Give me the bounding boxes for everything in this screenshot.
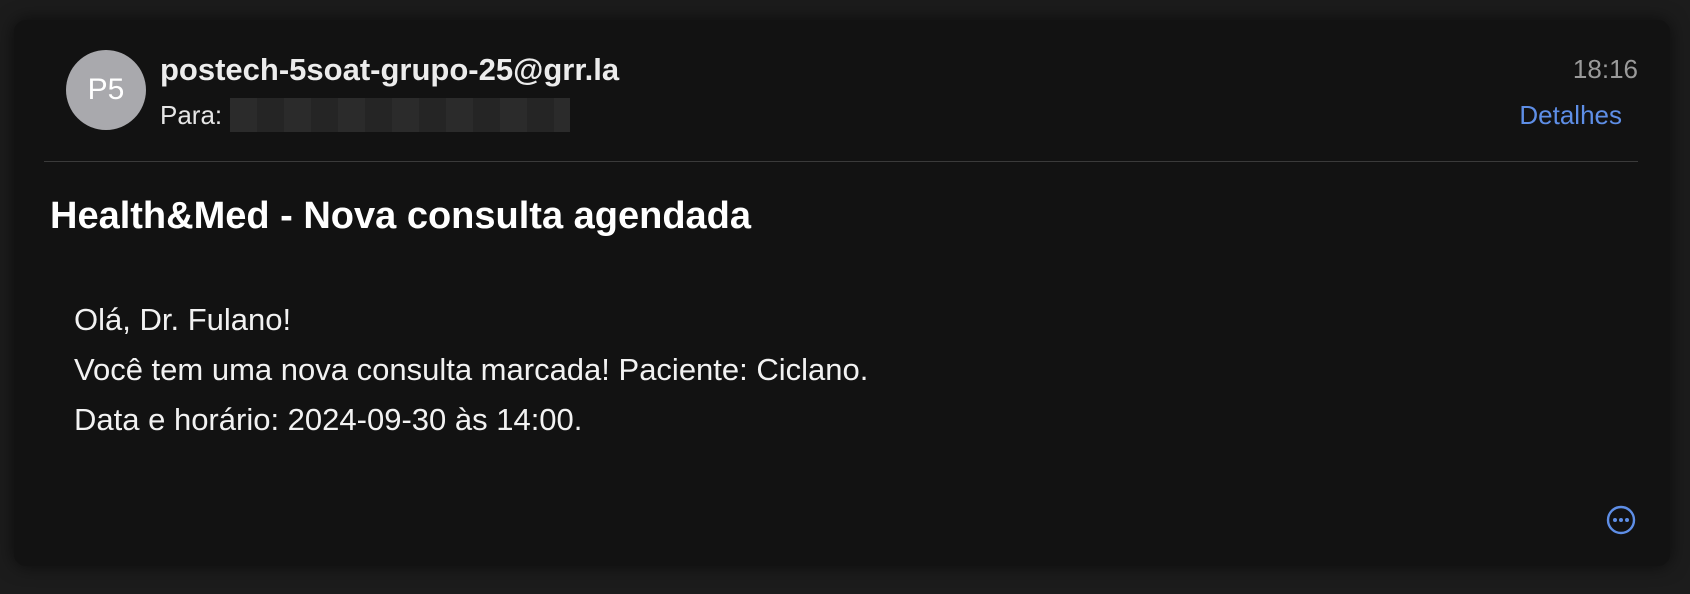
avatar-initials: P5 [87, 73, 125, 106]
email-subject: Health&Med - Nova consulta agendada [50, 195, 752, 237]
body-line: Olá, Dr. Fulano! [74, 302, 292, 337]
recipient-label: Para: [160, 99, 223, 130]
recipient-redacted [230, 98, 571, 132]
body-line: Data e horário: 2024-09-30 às 14:00. [74, 402, 583, 437]
message-time: 18:16 [1572, 54, 1638, 84]
details-link[interactable]: Detalhes [1519, 100, 1622, 131]
email-body: Olá, Dr. Fulano! Você tem uma nova consu… [74, 295, 868, 445]
email-message-card: P5 postech-5soat-grupo-25@grr.la Para: 1… [14, 20, 1670, 566]
more-options-button[interactable] [1605, 504, 1637, 536]
ellipsis-circle-icon [1606, 505, 1636, 535]
body-line: Você tem uma nova consulta marcada! Paci… [74, 352, 869, 387]
avatar: P5 [66, 50, 146, 130]
sender-address: postech-5soat-grupo-25@grr.la [160, 52, 620, 87]
recipient-row: Para: [160, 98, 571, 132]
header-divider [44, 161, 1638, 162]
